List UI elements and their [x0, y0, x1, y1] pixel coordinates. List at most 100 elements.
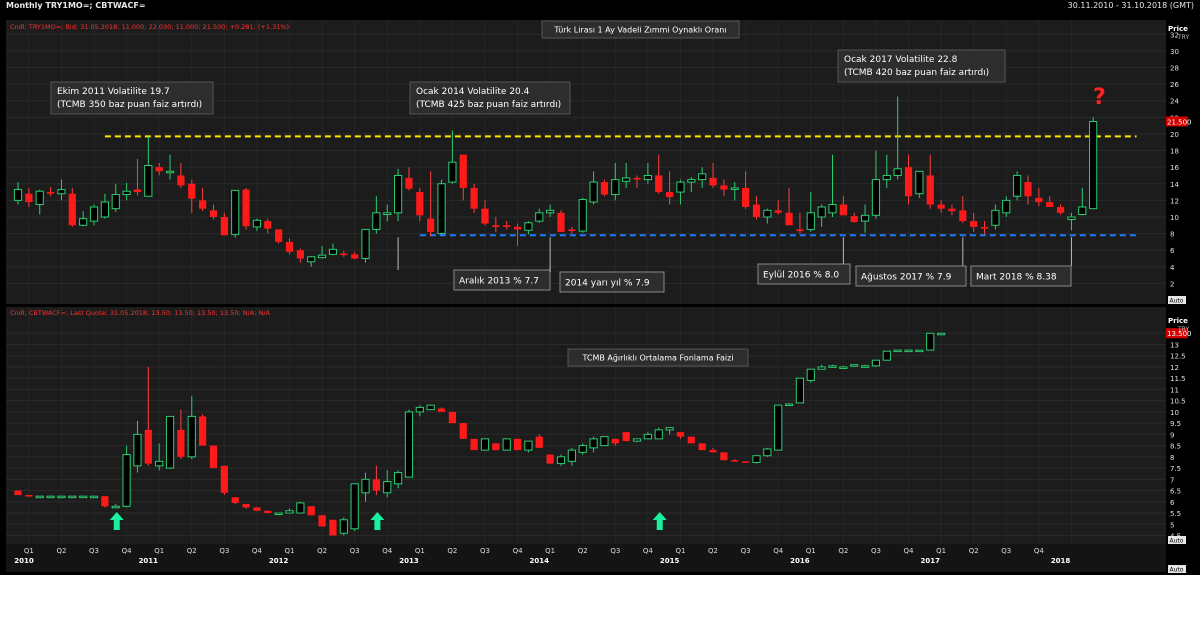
top-candle-body — [275, 229, 283, 242]
top-candle-body — [209, 210, 218, 217]
bottom-candle-body — [535, 436, 543, 448]
bottom-candle-body — [339, 519, 348, 534]
bottom-candle-body — [784, 403, 794, 407]
x-quarter-label: Q2 — [578, 547, 588, 555]
x-quarter-label: Q4 — [513, 547, 524, 555]
top-candle-body — [340, 253, 348, 256]
bottom-candle-body — [394, 472, 403, 485]
bottom-candle-body — [556, 456, 566, 465]
bottom-candle-body — [709, 450, 717, 453]
x-quarter-label: Q1 — [545, 547, 555, 555]
top-candle-body — [155, 167, 163, 172]
top-candle-body — [122, 190, 131, 196]
bottom-series-info: Cndl; CBTWACF=; Last Quote; 31.05.2018; … — [10, 309, 271, 317]
x-quarter-label: Q3 — [89, 547, 99, 555]
low-annotation-text: Aralık 2013 % 7.7 — [459, 277, 539, 287]
bottom-y-tick-label: 8.5 — [1170, 443, 1181, 451]
x-quarter-label: Q1 — [806, 547, 816, 555]
bottom-candle-body — [698, 443, 706, 451]
top-candle-body — [817, 206, 826, 218]
x-quarter-label: Q1 — [154, 547, 164, 555]
bottom-candle-body — [25, 495, 33, 497]
top-candle-body — [437, 183, 446, 235]
top-candle-body — [806, 212, 815, 230]
top-candle-body — [1002, 199, 1011, 214]
top-candle-body — [1035, 197, 1043, 203]
top-y-tick-label: 2 — [1170, 280, 1174, 288]
x-quarter-label: Q1 — [415, 547, 425, 555]
bottom-candle-body — [589, 438, 598, 449]
top-candle-body — [752, 204, 761, 217]
top-candle-body — [1013, 174, 1022, 197]
bottom-candle-body — [926, 332, 935, 351]
bottom-candle-body — [68, 495, 77, 499]
x-quarter-label: Q1 — [285, 547, 295, 555]
top-y-tick-label: 20 — [1170, 131, 1179, 139]
top-candle-body — [220, 216, 228, 236]
bottom-candle-body — [79, 495, 88, 499]
top-candle-body — [177, 175, 185, 186]
x-year-label: 2016 — [790, 557, 810, 565]
bottom-candle-body — [437, 408, 446, 412]
volatility-annotation-line1: Ocak 2017 Volatilite 22.8 — [844, 55, 958, 65]
bottom-candle-body — [817, 366, 826, 370]
x-year-label: 2014 — [530, 557, 550, 565]
chart-canvas: 2468101214161820222426283032 4.555.566.5… — [0, 0, 1200, 632]
x-quarter-label: Q3 — [350, 547, 360, 555]
bottom-candle-body — [622, 432, 630, 442]
bottom-y-tick-label: 10 — [1170, 409, 1179, 417]
bottom-candle-body — [187, 415, 196, 458]
bottom-candle-body — [502, 438, 511, 451]
bottom-y-tick-label: 11 — [1170, 386, 1179, 394]
top-candle-body — [611, 179, 620, 196]
top-y-tick-label: 24 — [1170, 98, 1179, 106]
top-candle-body — [676, 181, 685, 193]
bottom-candle-body — [14, 490, 22, 496]
bottom-candle-body — [578, 445, 587, 453]
bottom-candle-body — [524, 440, 533, 451]
bottom-candle-body — [296, 502, 305, 514]
bottom-candle-body — [144, 429, 152, 464]
bottom-candle-body — [904, 349, 913, 353]
top-candle-body — [622, 177, 631, 182]
x-year-label: 2013 — [399, 557, 419, 565]
bottom-y-tick-label: 8 — [1170, 454, 1174, 462]
top-candle-body — [915, 170, 924, 195]
x-year-label: 2012 — [269, 557, 289, 565]
bottom-candle-body — [665, 427, 674, 431]
x-quarter-label: Q4 — [904, 547, 915, 555]
bottom-candle-body — [600, 436, 609, 447]
bottom-y-tick-label: 12.5 — [1170, 353, 1186, 361]
top-candle-body — [328, 248, 338, 255]
top-candle-body — [459, 154, 467, 188]
question-mark: ? — [1093, 85, 1106, 110]
top-candle-body — [1046, 202, 1054, 208]
top-candle-body — [828, 204, 837, 214]
x-quarter-label: Q2 — [447, 547, 457, 555]
top-candle-body — [372, 212, 381, 230]
bottom-plot-area — [6, 307, 1166, 544]
x-quarter-label: Q2 — [969, 547, 979, 555]
top-y-tick-label: 28 — [1170, 65, 1179, 73]
top-candle-body — [307, 256, 316, 263]
x-quarter-label: Q3 — [741, 547, 751, 555]
top-y-tick-label: 14 — [1170, 181, 1179, 189]
bottom-price-label: Price — [1168, 317, 1188, 325]
top-candle-body — [763, 209, 772, 218]
x-quarter-label: Q2 — [708, 547, 718, 555]
bottom-candle-body — [133, 433, 142, 467]
top-candle-body — [980, 226, 989, 229]
x-quarter-label: Q3 — [871, 547, 881, 555]
top-candle-body — [937, 204, 945, 209]
top-candle-body — [133, 189, 142, 193]
bottom-candle-body — [567, 449, 576, 462]
top-candle-body — [666, 192, 674, 198]
top-candle-body — [416, 192, 424, 216]
bottom-price-unit: TRY — [1177, 326, 1189, 333]
top-candle-body — [535, 212, 544, 222]
bottom-candle-body — [676, 432, 685, 437]
bottom-candle-body — [654, 429, 663, 440]
bottom-candle-body — [361, 478, 370, 494]
bottom-candle-body — [220, 465, 228, 493]
bottom-candle-body — [893, 349, 902, 353]
